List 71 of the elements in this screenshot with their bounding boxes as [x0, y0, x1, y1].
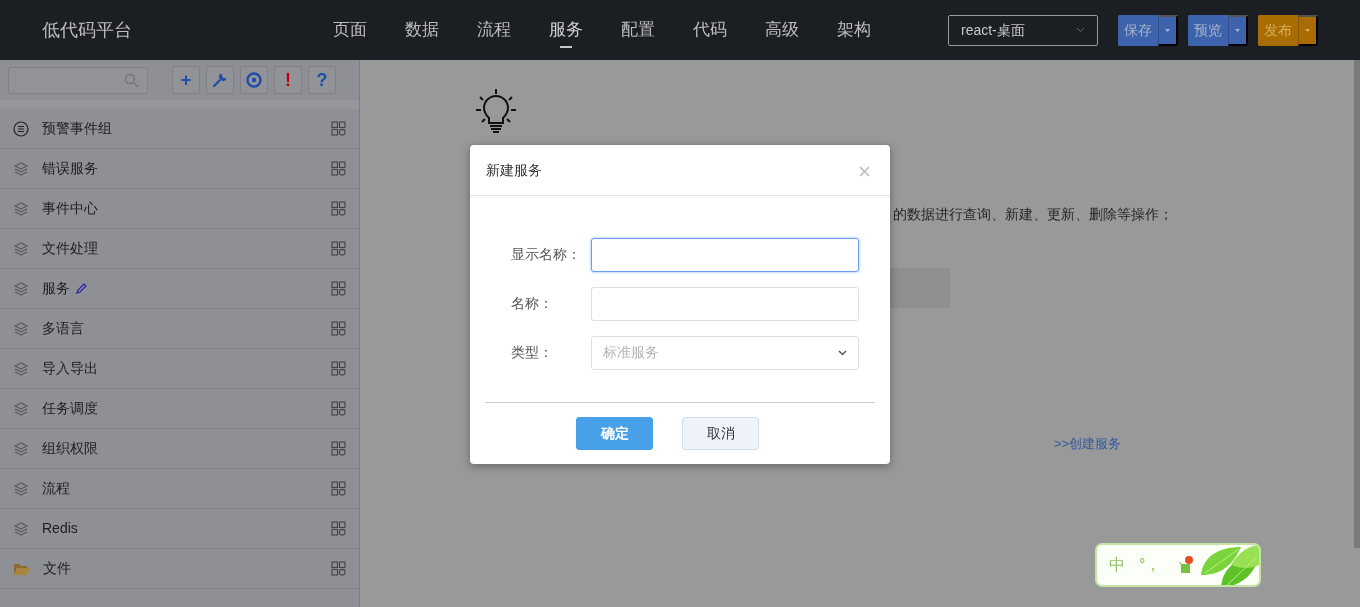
layers-icon [13, 440, 29, 457]
grid-icon[interactable] [331, 521, 346, 536]
list-circle-icon [13, 120, 29, 137]
confirm-button[interactable]: 确定 [576, 417, 653, 450]
chevron-icon [1076, 27, 1085, 33]
nav-tab[interactable]: 页面 [314, 0, 386, 60]
layers-icon [13, 160, 29, 177]
layers-icon [13, 200, 29, 217]
dropdown-button[interactable] [1228, 14, 1248, 46]
layers-icon [13, 400, 29, 417]
sidebar-item[interactable]: 流程 [0, 469, 359, 509]
field-label: 名称： [511, 294, 554, 313]
layers-icon [13, 360, 29, 377]
layers-icon [13, 520, 29, 537]
target-icon [246, 72, 262, 88]
search-icon [124, 72, 139, 88]
sidebar-item[interactable]: 文件处理 [0, 229, 359, 269]
sidebar-item[interactable]: 事件中心 [0, 189, 359, 229]
grid-icon[interactable] [331, 401, 346, 416]
wrench-icon [212, 72, 228, 88]
grid-icon[interactable] [331, 201, 346, 216]
grid-icon[interactable] [331, 121, 346, 136]
grid-icon[interactable] [331, 321, 346, 336]
cancel-button[interactable]: 取消 [682, 417, 759, 450]
grid-icon[interactable] [331, 281, 346, 296]
chevron-icon [838, 350, 847, 356]
layers-icon [13, 280, 29, 297]
caret-icon [1305, 27, 1310, 33]
nav-tab[interactable]: 配置 [602, 0, 674, 60]
layers-icon [13, 240, 29, 257]
sidebar-item[interactable]: Redis [0, 509, 359, 549]
nav-tab[interactable]: 代码 [674, 0, 746, 60]
layers-icon [13, 480, 29, 497]
tool-button[interactable] [240, 66, 268, 94]
input-field[interactable] [591, 238, 859, 272]
nav-tab[interactable]: 高级 [746, 0, 818, 60]
pencil-icon[interactable] [75, 282, 88, 295]
grid-icon[interactable] [331, 361, 346, 376]
grid-icon[interactable] [331, 441, 346, 456]
grid-icon[interactable] [331, 481, 346, 496]
dropdown-button[interactable] [1158, 14, 1178, 46]
sidebar-item[interactable]: 错误服务 [0, 149, 359, 189]
caret-icon [1235, 27, 1240, 33]
sidebar-item[interactable]: 任务调度 [0, 389, 359, 429]
tool-button[interactable] [206, 66, 234, 94]
sidebar-item[interactable]: 多语言 [0, 309, 359, 349]
sidebar-item[interactable]: 组织权限 [0, 429, 359, 469]
description-text: 的数据进行查询、新建、更新、删除等操作； [893, 205, 1173, 224]
sidebar-item[interactable]: 服务 [0, 269, 359, 309]
search-field[interactable] [8, 66, 148, 94]
grid-icon[interactable] [331, 161, 346, 176]
grid-icon[interactable] [331, 561, 346, 576]
grid-icon[interactable] [331, 241, 346, 256]
close-icon [859, 166, 870, 178]
folder-icon [13, 561, 30, 576]
dropdown-button[interactable] [1298, 14, 1318, 46]
lightbulb-icon [475, 88, 517, 134]
dialog-title: 新建服务 [486, 160, 542, 180]
project-select[interactable]: react-桌面 [948, 14, 1098, 46]
field-label: 显示名称： [511, 245, 582, 264]
sidebar-item[interactable]: 文件 [0, 549, 359, 589]
sidebar-item[interactable]: 导入导出 [0, 349, 359, 389]
nav-tab[interactable]: 架构 [818, 0, 890, 60]
field-label: 类型： [511, 343, 554, 362]
nav-tab[interactable]: 数据 [386, 0, 458, 60]
layers-icon [13, 320, 29, 337]
nav-tab[interactable]: 服务 [530, 0, 602, 60]
nav-tab[interactable]: 流程 [458, 0, 530, 60]
app-title: 低代码平台 [42, 18, 133, 42]
sidebar-item[interactable]: 预警事件组 [0, 109, 359, 149]
caret-icon [1165, 27, 1170, 33]
